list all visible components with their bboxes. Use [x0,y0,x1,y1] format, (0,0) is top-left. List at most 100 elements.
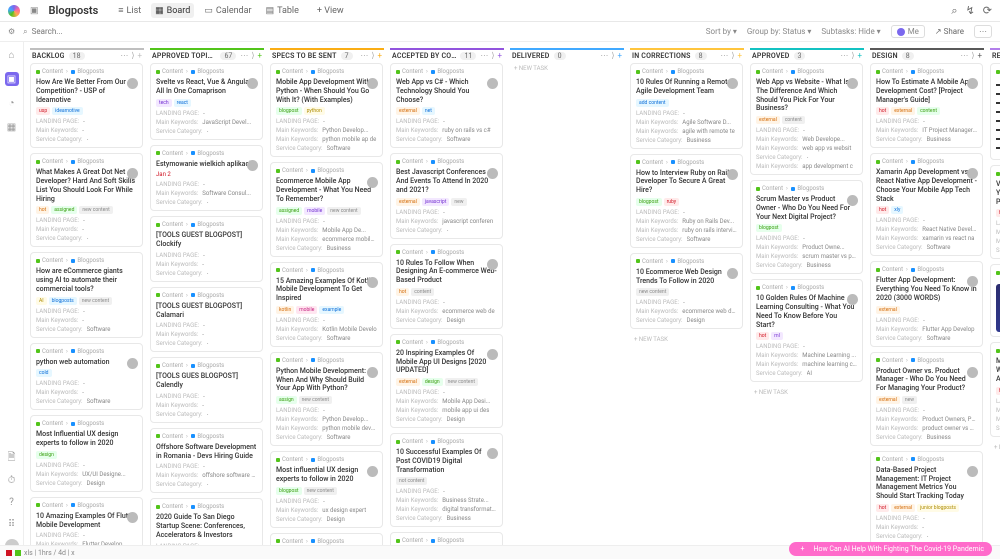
tag[interactable]: new content [79,206,112,214]
column-collapse-icon[interactable]: ⟩ [251,51,254,60]
tag[interactable]: design [36,451,57,459]
assignee-avatar[interactable] [727,78,738,89]
help-icon[interactable]: ? [5,495,19,509]
column-add-icon[interactable]: + [737,51,742,60]
column-menu-icon[interactable]: ⋯ [240,51,248,60]
tag[interactable]: hot [36,206,49,214]
column-menu-icon[interactable]: ⋯ [360,51,368,60]
tag[interactable]: not content [396,477,427,485]
view-board[interactable]: ▦Board [151,3,194,18]
task-card[interactable]: Content › Blogposts10 Golden Rules Of Ma… [750,279,863,382]
tag[interactable]: external [756,116,780,124]
new-task-button[interactable]: + NEW TASK [990,442,1000,453]
task-card[interactable]: Content › BlogpostsWhat Makes A Great Do… [30,153,143,247]
tag[interactable]: junior blogposts [917,504,959,512]
sortby-dropdown[interactable]: Sort by ▾ [706,27,737,36]
tag[interactable]: mobile [296,306,317,314]
column-collapse-icon[interactable]: ⟩ [971,51,974,60]
groupby-dropdown[interactable]: Group by: Status ▾ [747,27,812,36]
tag[interactable]: blogposts [49,297,77,305]
task-card[interactable]: Content › Blogposts[TOOLS GUES BLOGPOST]… [150,357,263,423]
tag[interactable]: hot [876,206,889,214]
column-add-icon[interactable]: + [257,51,262,60]
column-add-icon[interactable]: + [377,51,382,60]
task-card[interactable]: Content › BlogpostsMost Influential UX d… [30,415,143,492]
column-collapse-icon[interactable]: ⟩ [851,51,854,60]
tag[interactable]: cold [36,369,52,377]
tag[interactable]: example [319,306,344,314]
automations-icon[interactable]: ↯ [966,4,975,18]
tag[interactable]: ideamotive [52,107,83,115]
add-view-button[interactable]: + View [313,4,348,18]
task-card[interactable]: Content › BlogpostsHow to Interview Ruby… [630,154,743,248]
task-card[interactable]: Content › Blogposts[TOOLS GUEST BLOGPOST… [150,216,263,282]
tag[interactable]: javascript [422,198,450,206]
task-card[interactable]: Content › BlogpostsHow Are We Better Fro… [30,63,143,148]
new-task-button[interactable]: + NEW TASK [750,387,863,398]
tag[interactable]: usp [36,107,50,115]
task-card[interactable]: Content › BlogpostsScrum Master vs Produ… [750,180,863,274]
task-card[interactable]: Content › Blogposts10 Successful Example… [390,433,503,527]
task-card[interactable]: Content › BlogpostsEstymowanie wielkich … [150,145,263,212]
filter-icon[interactable]: ⚙ [8,27,15,36]
task-card[interactable]: Content › BlogpostsBest Javascript Confe… [390,153,503,238]
assignee-avatar[interactable] [247,160,258,171]
share-button[interactable]: ↗ Share [935,27,964,36]
subtasks-dropdown[interactable]: Subtasks: Hide ▾ [821,27,880,36]
task-card[interactable]: Content › BlogpostsHow are eCommerce gia… [30,252,143,337]
tag[interactable]: hot [996,387,1000,395]
task-card[interactable]: Content › BlogpostsWeb App vs C# - Which… [390,63,503,148]
tag[interactable]: external [876,396,900,404]
apps-icon[interactable]: ⠿ [5,517,19,531]
timetrack-icon[interactable]: ⏱ [5,473,19,487]
column-collapse-icon[interactable]: ⟩ [131,51,134,60]
search-icon[interactable]: ⌕ [951,4,957,18]
column-menu-icon[interactable]: ⋯ [120,51,128,60]
spaces-icon[interactable]: ▣ [5,72,19,86]
tag[interactable]: new content [327,207,360,215]
tag[interactable]: new content [299,396,332,404]
tag[interactable]: hot [396,288,409,296]
me-filter-button[interactable]: Me [891,25,925,38]
new-task-button[interactable]: + NEW TASK [630,334,743,345]
tag[interactable]: new content [79,297,112,305]
more-options-button[interactable]: ⋯ [974,25,992,38]
task-card[interactable]: Content › BlogpostsHow To Estimate A Mob… [870,63,983,148]
assignee-avatar[interactable] [367,367,378,378]
task-card[interactable]: Content › Blogposts[TOOLS GUEST BLOGPOST… [150,287,263,353]
assignee-avatar[interactable] [727,169,738,180]
task-card[interactable]: Content › Blogpostspython web automation… [30,343,143,411]
tag[interactable]: xly [891,206,903,214]
task-card[interactable]: Content › Blogposts 20182019522019522019 [990,63,1000,160]
column-collapse-icon[interactable]: ⟩ [731,51,734,60]
tag[interactable]: new [451,198,466,206]
tag[interactable]: new content [636,288,669,296]
dashboards-icon[interactable]: ▦ [5,120,19,134]
task-card[interactable]: Content › BlogpostsEcommerce Mobile App … [270,162,383,256]
task-card[interactable]: Content › BlogpostsMobile App UI Design … [990,342,1000,436]
assignee-avatar[interactable] [127,358,138,369]
assignee-avatar[interactable] [967,367,978,378]
tag[interactable]: content [782,116,805,124]
task-card[interactable]: Content › BlogpostsFlutter App Developme… [870,261,983,346]
view-list[interactable]: ≡List [114,3,145,18]
assignee-avatar[interactable] [487,349,498,360]
tag[interactable]: new content [304,487,337,495]
task-card[interactable]: Content › Blogposts15 Amazing Examples O… [270,262,383,347]
tag[interactable]: mobile [304,207,325,215]
tag[interactable]: external [876,306,900,314]
assignee-avatar[interactable] [847,78,858,89]
tag[interactable]: external [396,378,420,386]
assignee-avatar[interactable] [367,277,378,288]
settings-icon[interactable]: ⟳ [983,4,992,18]
app-logo[interactable] [8,5,20,17]
assignee-avatar[interactable] [967,466,978,477]
tag[interactable]: ml [771,332,783,340]
tag[interactable]: AI [36,297,47,305]
column-menu-icon[interactable]: ⋯ [840,51,848,60]
task-card[interactable]: Content › BlogpostsMost influential UX d… [270,451,383,528]
tag[interactable]: content [411,288,434,296]
assignee-avatar[interactable] [847,195,858,206]
tag[interactable]: blogpost [276,107,302,115]
task-card[interactable]: Content › BlogpostsData-Based Project Ma… [870,451,983,545]
